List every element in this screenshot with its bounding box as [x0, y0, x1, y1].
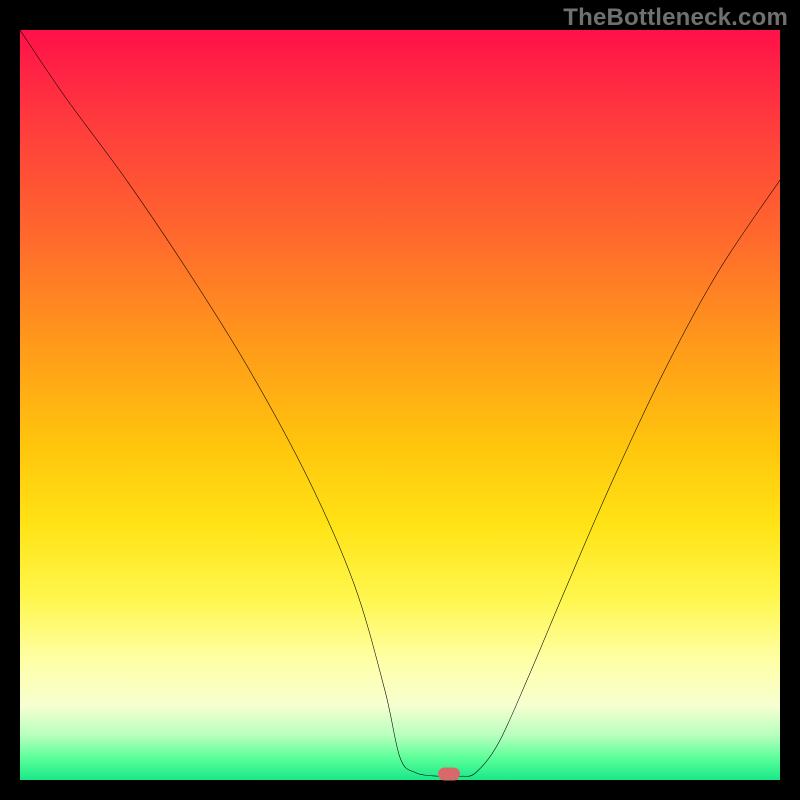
watermark-text: TheBottleneck.com — [563, 4, 788, 32]
bottleneck-curve — [20, 30, 780, 780]
chart-frame: TheBottleneck.com — [0, 0, 800, 800]
optimal-marker — [438, 768, 460, 781]
curve-path — [20, 30, 780, 777]
plot-area — [20, 30, 780, 780]
